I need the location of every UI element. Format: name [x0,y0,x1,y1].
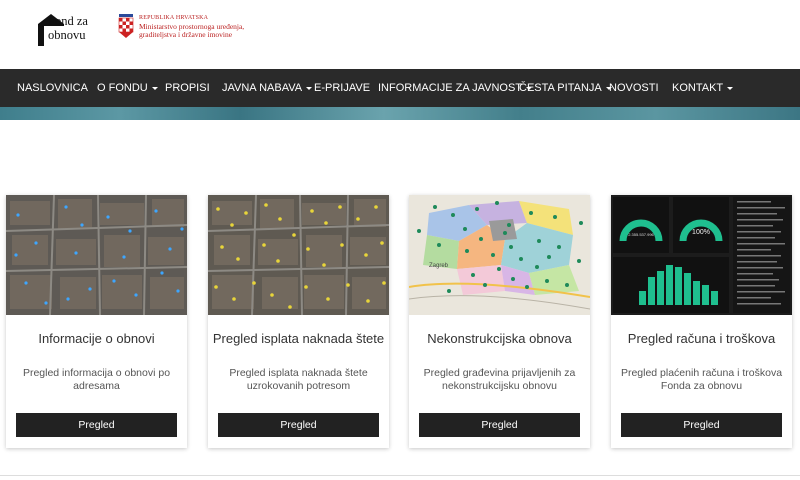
logo-text: Fond za obnovu [48,14,88,42]
croatian-coat-of-arms-icon [118,14,134,38]
card-pregled-isplata: Pregled isplata naknada štete Pregled is… [208,195,389,448]
map-city-label: Zagreb [429,263,449,269]
caret-down-icon [151,86,158,90]
main-navigation: NASLOVNICA O FONDU PROPISI JAVNA NABAVA … [0,69,800,107]
nav-item-novosti[interactable]: NOVOSTI [609,69,659,107]
district-map-green-points: Zagreb [409,195,590,315]
nav-item-naslovnica[interactable]: NASLOVNICA [17,69,88,107]
satellite-map-image[interactable] [6,195,187,315]
satellite-map-image[interactable] [208,195,389,315]
card-title: Informacije o obnovi [38,331,155,346]
card-description: Pregled isplata naknada štete uzrokovani… [229,367,368,392]
card-informacije-o-obnovi: Informacije o obnovi Pregled informacija… [6,195,187,448]
ministry-logo[interactable]: REPUBLIKA HRVATSKA Ministarstvo prostorn… [117,14,244,40]
nav-item-propisi[interactable]: PROPISI [165,69,210,107]
satellite-map-blue-points [6,195,187,315]
gauge-left-value: 2.355.537.996 [628,232,654,237]
pregled-button[interactable]: Pregled [218,413,379,437]
card-description: Pregled građevina prijavljenih za nekons… [423,367,576,392]
pregled-button[interactable]: Pregled [621,413,782,437]
nav-item-o-fondu[interactable]: O FONDU [97,69,158,107]
site-header: Fond za obnovu REPUBLIKA HRVATSKA Minist… [0,0,800,69]
pregled-button[interactable]: Pregled [16,413,177,437]
fond-za-obnovu-logo[interactable]: Fond za obnovu [36,10,92,46]
nav-item-informacije-za-javnost[interactable]: INFORMACIJE ZA JAVNOST [378,69,533,107]
card-pregled-racuna: 2.355.537.996 100% Pregled računa i troš… [611,195,792,448]
footer-divider [0,475,800,476]
nav-item-cesta-pitanja[interactable]: ČESTA PITANJA [519,69,612,107]
card-title: Pregled računa i troškova [627,331,776,346]
nav-item-kontakt[interactable]: KONTAKT [672,69,734,107]
nav-item-javna-nabava[interactable]: JAVNA NABAVA [222,69,313,107]
dashboard-thumbnail: 2.355.537.996 100% [611,195,792,315]
card-description: Pregled plaćenih računa i troškova Fonda… [620,367,783,392]
district-map-image[interactable]: Zagreb [409,195,590,315]
pregled-button[interactable]: Pregled [419,413,580,437]
nav-item-e-prijave[interactable]: E-PRIJAVE [314,69,370,107]
dashboard-image[interactable]: 2.355.537.996 100% [611,195,792,315]
gauge-right-value: 100% [692,229,710,236]
caret-down-icon [727,86,734,90]
card-title: Pregled isplata naknada štete [212,331,385,346]
hero-banner-strip [0,107,800,120]
ministry-text: REPUBLIKA HRVATSKA Ministarstvo prostorn… [139,15,245,39]
card-nekonstrukcijska-obnova: Zagreb Nekonstrukcijska obnova Pregled g… [409,195,590,448]
card-title: Nekonstrukcijska obnova [427,331,572,346]
caret-down-icon [306,86,313,90]
satellite-map-yellow-points [208,195,389,315]
card-description: Pregled informacija o obnovi po adresama [22,367,171,392]
